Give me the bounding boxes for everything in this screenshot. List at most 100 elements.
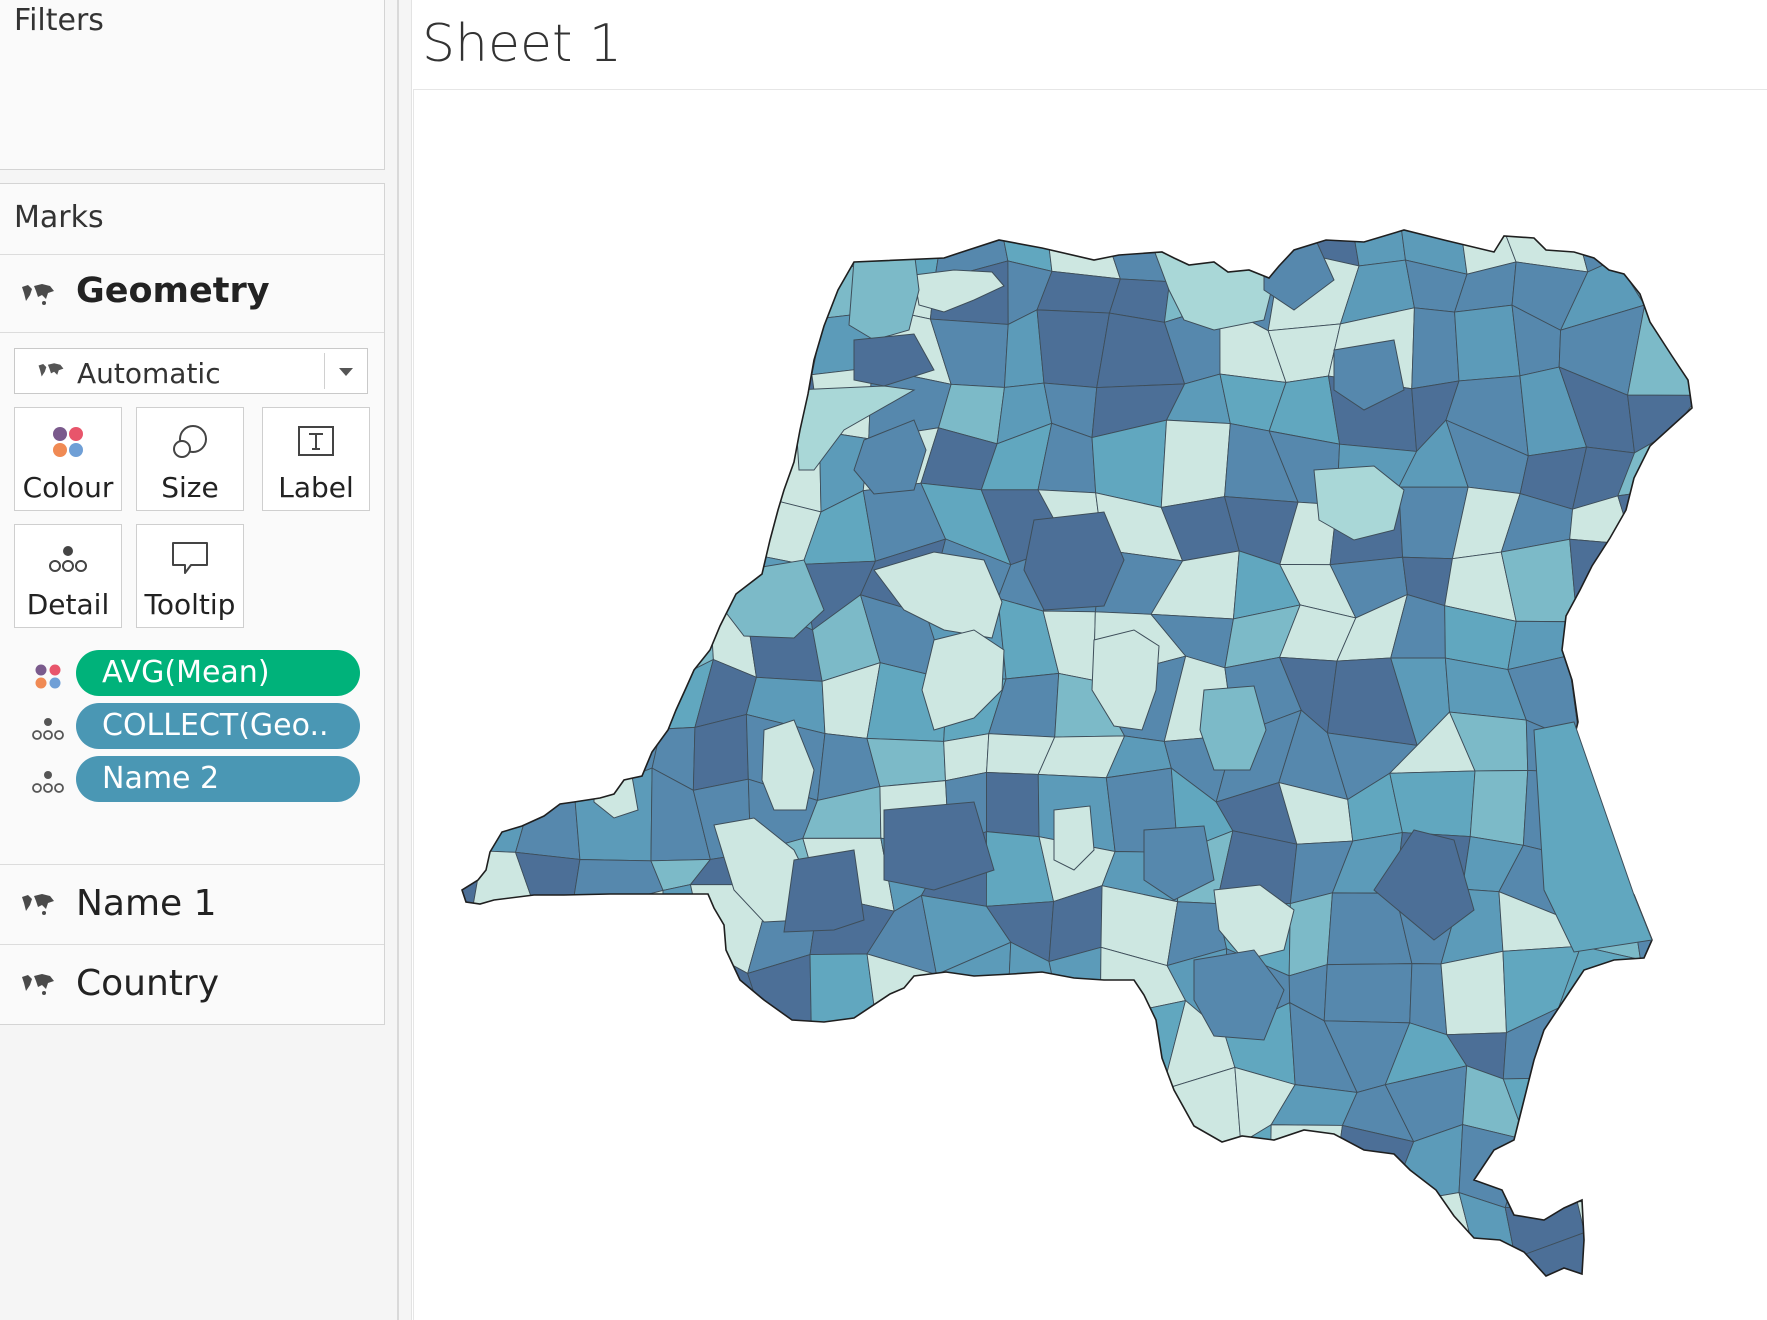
map-region[interactable]	[1567, 655, 1640, 744]
map-region[interactable]	[1614, 1246, 1701, 1320]
map-region[interactable]	[1498, 143, 1572, 215]
map-region[interactable]	[1745, 944, 1767, 1001]
size-button[interactable]: Size	[136, 407, 244, 511]
map-region[interactable]	[1672, 421, 1758, 504]
map-region[interactable]	[693, 189, 751, 280]
map-region[interactable]	[414, 428, 476, 513]
map-region[interactable]	[978, 1027, 1064, 1087]
map-region[interactable]	[1469, 770, 1529, 846]
map-region[interactable]	[457, 1313, 525, 1320]
map-region[interactable]	[585, 213, 653, 280]
map-region[interactable]	[864, 1300, 953, 1320]
map-region[interactable]	[414, 482, 482, 553]
map-region[interactable]	[586, 1291, 654, 1320]
map-region[interactable]	[860, 1084, 948, 1146]
map-region[interactable]	[414, 384, 487, 433]
map-region[interactable]	[1740, 919, 1767, 975]
map-region[interactable]	[573, 1117, 661, 1184]
map-region[interactable]	[928, 90, 1003, 139]
map-region[interactable]	[1742, 252, 1767, 322]
map-region[interactable]	[456, 1132, 526, 1205]
map-region[interactable]	[1618, 959, 1707, 1019]
map-region[interactable]	[1682, 1240, 1762, 1318]
map-region[interactable]	[1574, 1074, 1647, 1145]
map-region[interactable]	[978, 1057, 1053, 1150]
map-region[interactable]	[464, 596, 547, 686]
map-region[interactable]	[805, 146, 879, 218]
map-region[interactable]	[692, 713, 749, 791]
map-region[interactable]	[929, 1313, 999, 1320]
map-region[interactable]	[461, 256, 548, 324]
map-region[interactable]	[414, 304, 487, 397]
map-region[interactable]	[569, 547, 656, 626]
map-region[interactable]	[420, 1064, 490, 1146]
map-region[interactable]	[1235, 131, 1286, 193]
detail-button[interactable]: Detail	[14, 524, 122, 628]
map-region[interactable]	[1334, 1175, 1400, 1261]
map-region[interactable]	[424, 1243, 480, 1320]
map-region[interactable]	[586, 1178, 661, 1252]
map-region[interactable]	[1587, 1305, 1647, 1320]
marks-layer-name-1[interactable]: Name 1	[0, 864, 384, 945]
map-region[interactable]	[649, 90, 720, 153]
map-region[interactable]	[1149, 1142, 1242, 1185]
map-region[interactable]	[1034, 1132, 1129, 1194]
map-region[interactable]	[414, 198, 488, 258]
map-region[interactable]	[749, 1198, 825, 1240]
map-region[interactable]	[860, 1029, 940, 1093]
map-region[interactable]	[1686, 714, 1736, 802]
map-region[interactable]	[1616, 657, 1700, 719]
map-region[interactable]	[516, 1087, 591, 1139]
map-region[interactable]	[1150, 1066, 1242, 1148]
map-region[interactable]	[1626, 146, 1698, 222]
map-region[interactable]	[1223, 90, 1290, 153]
map-region[interactable]	[1158, 153, 1236, 199]
map-region[interactable]	[1671, 943, 1755, 1013]
map-region[interactable]	[570, 889, 664, 969]
map-region[interactable]	[1733, 605, 1767, 674]
map-region[interactable]	[876, 139, 948, 218]
map-region[interactable]	[1752, 545, 1767, 606]
chevron-down-icon[interactable]	[339, 368, 353, 376]
map-region[interactable]	[572, 145, 653, 219]
map-region[interactable]	[1057, 1231, 1126, 1310]
map-region[interactable]	[459, 133, 528, 197]
map-region[interactable]	[461, 194, 514, 269]
map-region[interactable]	[474, 482, 538, 547]
map-region[interactable]	[1115, 1231, 1171, 1320]
map-region[interactable]	[1330, 90, 1398, 144]
map-region[interactable]	[1641, 1060, 1686, 1145]
map-region[interactable]	[1272, 131, 1347, 191]
map-region[interactable]	[869, 1135, 948, 1181]
map-region[interactable]	[528, 1007, 590, 1092]
map-region[interactable]	[514, 773, 581, 860]
map-region[interactable]	[570, 259, 648, 329]
map-region[interactable]	[1690, 311, 1746, 396]
map-region[interactable]	[630, 1233, 716, 1317]
map-region[interactable]	[414, 607, 478, 686]
filters-card[interactable]: Filters	[0, 0, 385, 170]
map-region[interactable]	[1632, 543, 1681, 627]
map-region[interactable]	[1634, 790, 1702, 842]
map-region[interactable]	[1387, 1301, 1447, 1320]
map-region[interactable]	[1504, 90, 1569, 164]
map-region[interactable]	[1638, 1129, 1706, 1205]
map-region[interactable]	[456, 1070, 539, 1139]
map-region[interactable]	[1688, 250, 1754, 315]
map-region[interactable]	[1740, 147, 1767, 220]
map-region[interactable]	[574, 593, 659, 689]
map-region[interactable]	[569, 441, 659, 491]
map-region[interactable]	[866, 737, 946, 788]
map-region[interactable]	[1336, 143, 1397, 192]
map-region[interactable]	[1230, 188, 1283, 277]
map-region[interactable]	[1457, 157, 1507, 216]
map-region[interactable]	[512, 194, 596, 269]
map-region[interactable]	[1332, 1235, 1408, 1320]
map-region[interactable]	[1039, 1017, 1120, 1087]
map-region[interactable]	[1740, 832, 1767, 919]
map-region[interactable]	[1673, 1295, 1759, 1320]
map-region[interactable]	[470, 917, 540, 975]
map-region[interactable]	[1753, 1123, 1767, 1191]
map-region[interactable]	[525, 714, 594, 799]
map-region[interactable]	[420, 1027, 491, 1072]
